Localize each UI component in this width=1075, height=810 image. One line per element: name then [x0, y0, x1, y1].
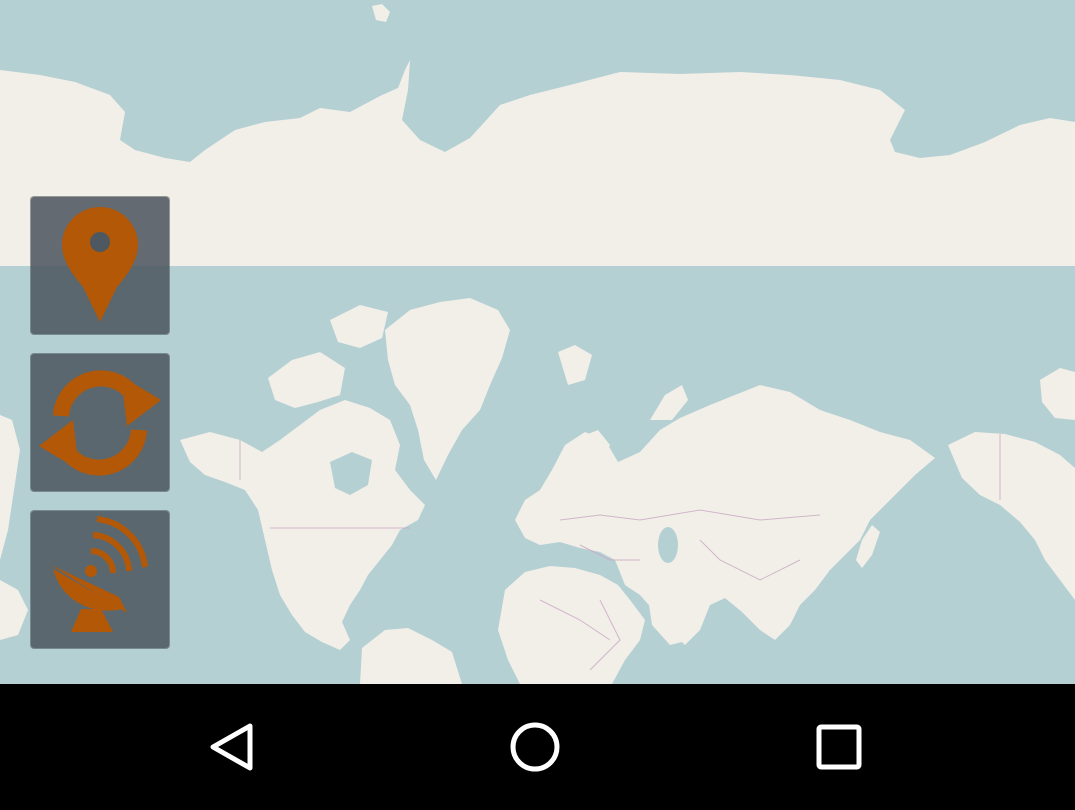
- system-navigation-bar: [0, 684, 1075, 810]
- recents-button[interactable]: [799, 714, 879, 780]
- refresh-button[interactable]: [31, 354, 169, 491]
- back-triangle-icon: [210, 723, 253, 771]
- recents-square-icon: [816, 724, 862, 770]
- refresh-arrows-icon: [39, 370, 161, 476]
- home-button[interactable]: [495, 714, 575, 780]
- my-location-button[interactable]: [31, 197, 169, 334]
- back-button[interactable]: [193, 714, 273, 780]
- satellite-dish-icon: [51, 516, 148, 632]
- satellite-button[interactable]: [31, 511, 169, 648]
- home-circle-icon: [510, 722, 560, 772]
- map-pin-icon: [62, 207, 138, 322]
- world-map[interactable]: [0, 0, 1075, 684]
